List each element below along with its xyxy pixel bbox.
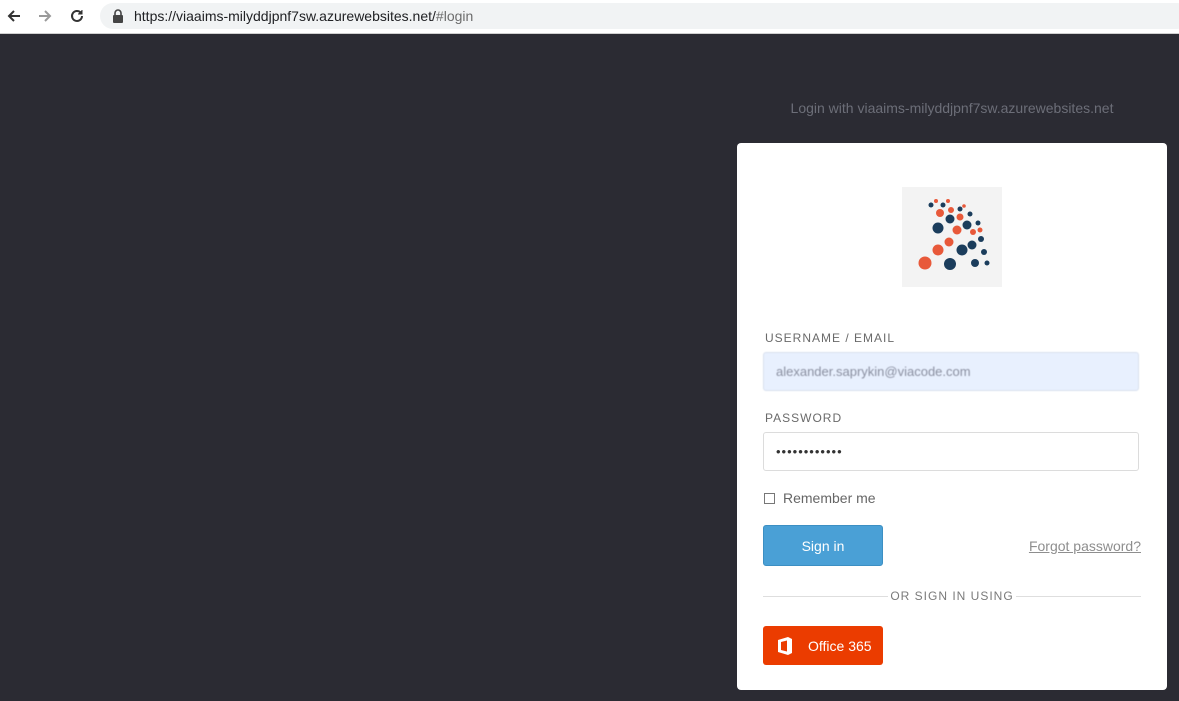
back-icon[interactable] <box>3 5 25 27</box>
password-label: PASSWORD <box>765 411 843 425</box>
url-main: https://viaaims-milyddjpnf7sw.azurewebsi… <box>134 8 436 24</box>
address-bar[interactable]: https://viaaims-milyddjpnf7sw.azurewebsi… <box>100 3 1179 29</box>
username-label: USERNAME / EMAIL <box>765 331 896 345</box>
reload-icon[interactable] <box>66 5 88 27</box>
office-icon <box>776 636 794 656</box>
brand-logo <box>902 187 1002 287</box>
username-field[interactable] <box>763 352 1139 391</box>
forward-icon[interactable] <box>34 5 56 27</box>
login-card: USERNAME / EMAIL PASSWORD Remember me Si… <box>737 143 1167 690</box>
remember-label: Remember me <box>783 490 876 506</box>
url-fragment: #login <box>435 8 474 24</box>
password-field[interactable] <box>763 432 1139 471</box>
login-with-text: Login with viaaims-milyddjpnf7sw.azurewe… <box>790 100 1114 116</box>
office365-label: Office 365 <box>808 637 872 654</box>
sign-in-button[interactable]: Sign in <box>763 525 883 566</box>
url-text: https://viaaims-milyddjpnf7sw.azurewebsi… <box>134 8 473 24</box>
lock-icon <box>112 9 126 23</box>
office365-button[interactable]: Office 365 <box>763 626 883 665</box>
remember-me[interactable]: Remember me <box>764 490 876 506</box>
browser-toolbar: https://viaaims-milyddjpnf7sw.azurewebsi… <box>0 0 1179 34</box>
remember-checkbox[interactable] <box>764 492 775 504</box>
divider-right <box>1016 596 1141 597</box>
forgot-password-link[interactable]: Forgot password? <box>1029 538 1141 554</box>
